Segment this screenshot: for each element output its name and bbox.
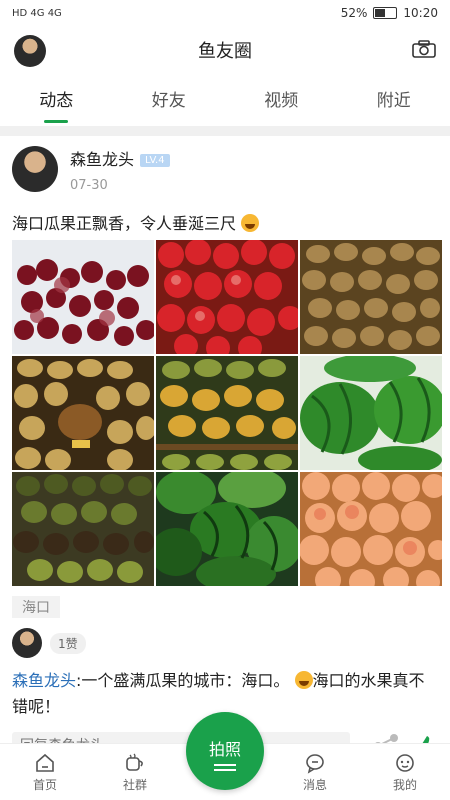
nav-messages[interactable]: 消息 xyxy=(285,752,345,793)
top-bar: 鱼友圈 xyxy=(0,26,450,74)
tab-friends[interactable]: 好友 xyxy=(142,86,196,111)
nav-label: 消息 xyxy=(302,777,327,792)
tab-video[interactable]: 视频 xyxy=(254,86,308,111)
money-emoji-icon xyxy=(294,671,313,689)
nav-label: 社群 xyxy=(122,777,147,792)
post-username[interactable]: 森鱼龙头 xyxy=(70,150,134,169)
post-header: 森鱼龙头 LV.4 07-30 xyxy=(12,136,438,206)
photo-grid xyxy=(12,240,442,586)
tab-label: 好友 xyxy=(151,90,186,111)
profile-icon xyxy=(396,753,414,772)
tab-bar: 动态 好友 视频 附近 xyxy=(0,74,450,123)
avocado-photo[interactable] xyxy=(12,472,154,586)
comment-username[interactable]: 森鱼龙头 xyxy=(12,671,76,690)
liker-avatar[interactable] xyxy=(12,628,42,658)
melon-photo[interactable] xyxy=(156,472,298,586)
feed-post: 森鱼龙头 LV.4 07-30 海口瓜果正飘香，令人垂涎三尺 海口 1赞 森鱼龙… xyxy=(0,136,450,760)
group-icon xyxy=(126,753,143,771)
shoot-button[interactable]: 拍照 xyxy=(186,712,264,790)
level-badge: LV.4 xyxy=(140,154,170,167)
tab-feed[interactable]: 动态 xyxy=(29,86,83,123)
nav-label: 我的 xyxy=(392,777,417,792)
clock: 10:20 xyxy=(403,6,438,20)
tab-label: 动态 xyxy=(39,90,74,111)
watermelon-photo[interactable] xyxy=(300,356,442,470)
camera-icon[interactable] xyxy=(412,40,436,58)
divider xyxy=(0,126,450,136)
post-text-content: 海口瓜果正飘香，令人垂涎三尺 xyxy=(12,214,237,233)
likes-row: 1赞 xyxy=(12,628,438,658)
comment-text: :一个盛满瓜果的城市：海口。 xyxy=(76,671,290,690)
nav-profile[interactable]: 我的 xyxy=(375,752,435,793)
battery-icon xyxy=(373,7,398,19)
message-icon xyxy=(306,753,324,774)
post-date: 07-30 xyxy=(70,178,108,193)
tab-indicator xyxy=(44,119,69,123)
nav-home[interactable]: 首页 xyxy=(15,752,75,793)
like-count: 1赞 xyxy=(50,632,86,654)
tab-label: 附近 xyxy=(376,90,411,111)
battery-percent: 52% xyxy=(340,6,368,20)
golden-kiwi-photo[interactable] xyxy=(12,356,154,470)
status-bar: HD 4G 4G 52% 10:20 xyxy=(0,0,450,26)
tab-label: 视频 xyxy=(264,90,299,111)
kiwi-photo[interactable] xyxy=(300,240,442,354)
shoot-label: 拍照 xyxy=(208,740,241,759)
apples-photo[interactable] xyxy=(156,240,298,354)
mango-photo[interactable] xyxy=(156,356,298,470)
my-avatar[interactable] xyxy=(14,35,46,67)
page-title: 鱼友圈 xyxy=(198,41,252,62)
peach-photo[interactable] xyxy=(300,472,442,586)
home-icon xyxy=(36,753,54,772)
post-text: 海口瓜果正飘香，令人垂涎三尺 xyxy=(12,210,438,234)
tab-nearby[interactable]: 附近 xyxy=(367,86,421,111)
grapes-photo[interactable] xyxy=(12,240,154,354)
signal-indicator: HD 4G 4G xyxy=(12,7,62,19)
user-avatar[interactable] xyxy=(12,146,58,192)
camera-shoot-icon xyxy=(214,764,236,766)
laughing-emoji-icon xyxy=(241,214,260,232)
nav-label: 首页 xyxy=(32,777,57,792)
location-tag[interactable]: 海口 xyxy=(12,596,60,618)
nav-group[interactable]: 社群 xyxy=(105,752,165,793)
